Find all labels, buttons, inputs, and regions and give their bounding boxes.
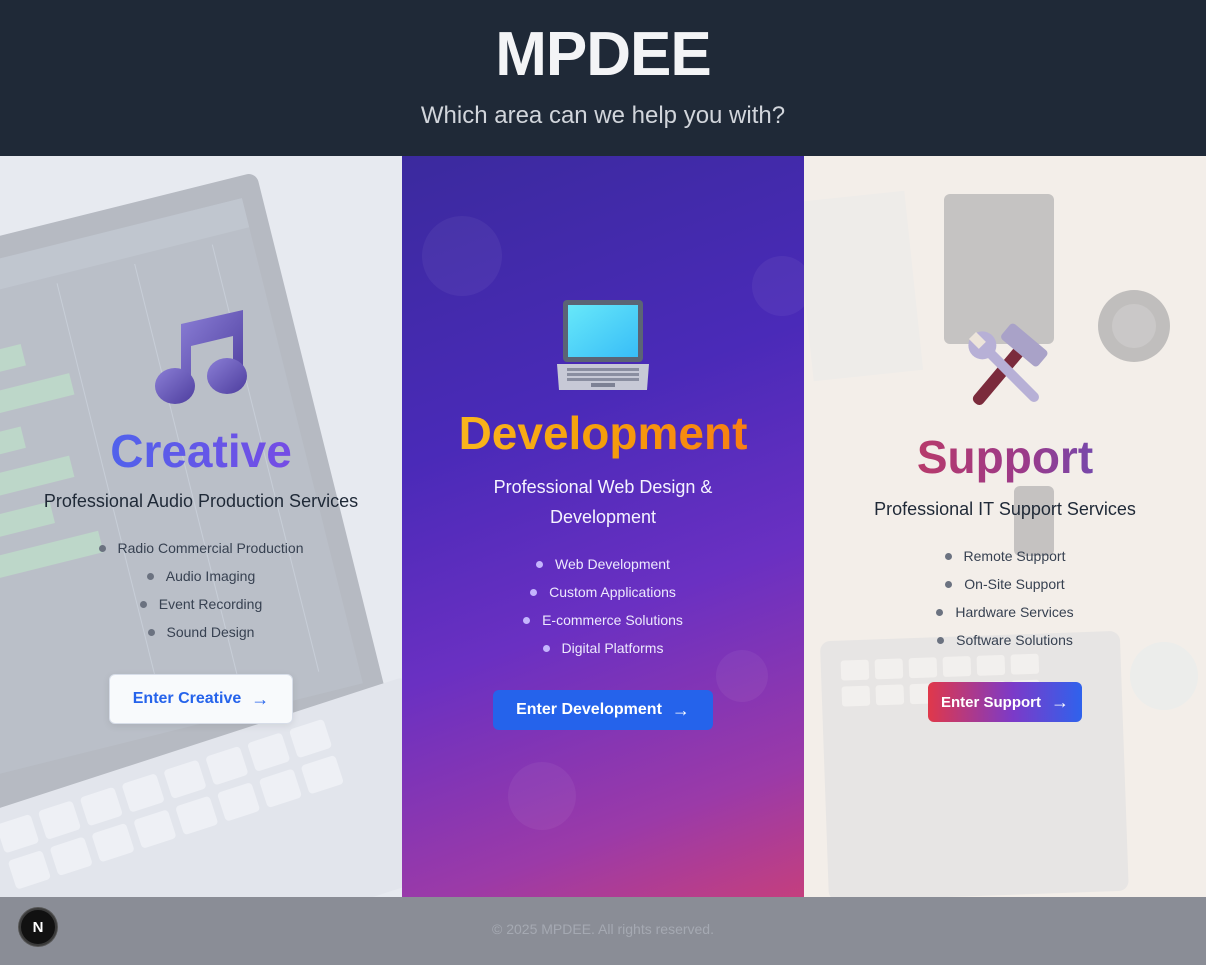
- support-services-list: Remote Support On-Site Support Hardware …: [804, 542, 1206, 654]
- site-header: MPDEE Which area can we help you with?: [0, 0, 1206, 156]
- site-footer: © 2025 MPDEE. All rights reserved.: [0, 897, 1206, 965]
- support-content: Support Professional IT Support Services…: [804, 318, 1206, 722]
- service-panels: Creative Professional Audio Production S…: [0, 156, 1206, 897]
- support-subtitle: Professional IT Support Services: [874, 499, 1136, 519]
- bullet-dot-icon: [536, 560, 544, 568]
- creative-title: Creative: [0, 424, 402, 478]
- arrow-right-icon: →: [671, 699, 690, 720]
- list-item: Hardware Services: [804, 598, 1206, 626]
- bullet-dot-icon: [936, 608, 944, 616]
- laptop-icon: [557, 300, 649, 390]
- creative-subtitle: Professional Audio Production Services: [43, 491, 359, 511]
- hammer-wrench-icon: [968, 323, 1048, 406]
- list-item: Audio Imaging: [0, 562, 402, 590]
- list-item: Software Solutions: [804, 626, 1206, 654]
- list-item: Web Development: [402, 550, 804, 578]
- brand-title: MPDEE: [495, 20, 711, 89]
- list-item: On-Site Support: [804, 570, 1206, 598]
- panel-creative[interactable]: Creative Professional Audio Production S…: [0, 156, 402, 897]
- support-title: Support: [804, 430, 1206, 484]
- copyright-text: © 2025 MPDEE. All rights reserved.: [492, 921, 714, 937]
- creative-content: Creative Professional Audio Production S…: [0, 306, 402, 724]
- development-title: Development: [402, 406, 804, 460]
- enter-creative-button[interactable]: Enter Creative →: [109, 674, 293, 724]
- list-item: Event Recording: [0, 590, 402, 618]
- list-item: Radio Commercial Production: [0, 534, 402, 562]
- development-subtitle: Professional Web Design & Development: [493, 477, 713, 527]
- bullet-dot-icon: [523, 616, 531, 624]
- music-note-icon: [155, 310, 247, 404]
- page-tagline: Which area can we help you with?: [420, 102, 786, 129]
- development-services-list: Web Development Custom Applications E-co…: [402, 550, 804, 662]
- creative-services-list: Radio Commercial Production Audio Imagin…: [0, 534, 402, 646]
- development-content: Development Professional Web Design & De…: [402, 298, 804, 730]
- bullet-dot-icon: [147, 628, 155, 636]
- panel-development[interactable]: Development Professional Web Design & De…: [402, 156, 804, 897]
- bullet-dot-icon: [937, 636, 945, 644]
- arrow-right-icon: →: [1051, 691, 1069, 712]
- bullet-dot-icon: [945, 580, 953, 588]
- list-item: Digital Platforms: [402, 634, 804, 662]
- panel-support[interactable]: Support Professional IT Support Services…: [804, 156, 1206, 897]
- bullet-dot-icon: [139, 600, 147, 608]
- bullet-dot-icon: [98, 544, 106, 552]
- enter-support-button[interactable]: Enter Support →: [928, 682, 1082, 722]
- bullet-dot-icon: [146, 572, 154, 580]
- arrow-right-icon: →: [251, 688, 270, 709]
- bullet-dot-icon: [542, 644, 550, 652]
- list-item: Sound Design: [0, 618, 402, 646]
- dev-tools-badge[interactable]: N: [19, 908, 57, 946]
- list-item: E-commerce Solutions: [402, 606, 804, 634]
- list-item: Custom Applications: [402, 578, 804, 606]
- list-item: Remote Support: [804, 542, 1206, 570]
- bullet-dot-icon: [530, 588, 538, 596]
- enter-development-button[interactable]: Enter Development →: [493, 690, 713, 730]
- bullet-dot-icon: [944, 552, 952, 560]
